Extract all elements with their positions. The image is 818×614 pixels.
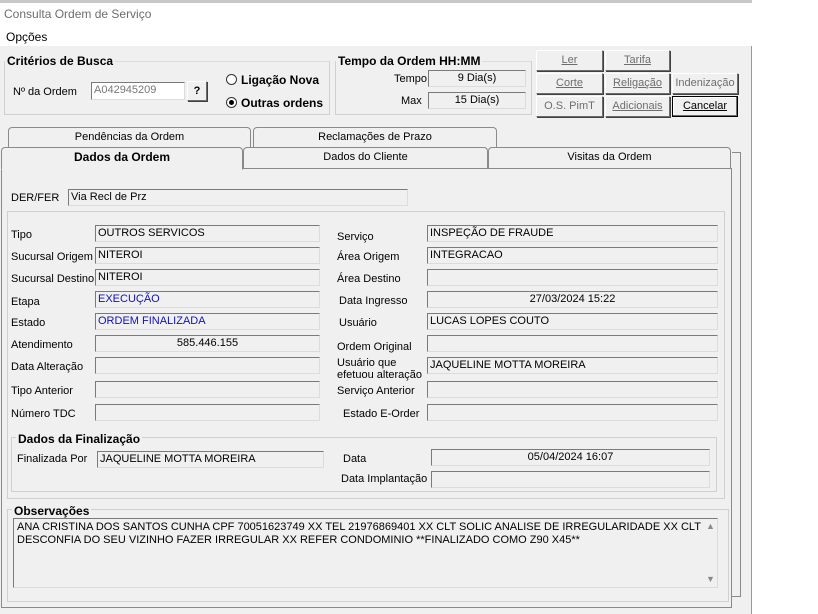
cancelar-button-label: Cancelar: [682, 100, 728, 112]
tempo-value: 9 Dia(s): [428, 70, 526, 87]
observacoes-scrollbar[interactable]: ▲ ▼: [703, 519, 717, 587]
etapa-label: Etapa: [11, 296, 40, 308]
menu-opcoes[interactable]: Opções: [6, 30, 47, 44]
scroll-up-icon[interactable]: ▲: [706, 520, 715, 533]
usuario-value: LUCAS LOPES COUTO: [427, 313, 718, 330]
sucursal-destino-label: Sucursal Destino: [11, 273, 95, 285]
sucursal-origem-value: NITEROI: [95, 247, 320, 264]
tab-pendencias[interactable]: Pendências da Ordem: [8, 127, 251, 148]
tipo-anterior-value: [95, 381, 320, 398]
area-origem-value: INTEGRACAO: [427, 247, 718, 264]
adicionais-button[interactable]: Adicionais: [605, 96, 670, 117]
numero-tdc-label: Número TDC: [11, 408, 76, 420]
tab-dados-ordem[interactable]: Dados da Ordem: [1, 147, 243, 170]
area-destino-value: [427, 269, 718, 286]
tab-dados-cliente[interactable]: Dados do Cliente: [243, 147, 488, 168]
tab-visitas[interactable]: Visitas da Ordem: [488, 147, 731, 168]
data-ingresso-value: 27/03/2024 15:22: [427, 291, 718, 308]
tab-reclamacoes[interactable]: Reclamações de Prazo: [253, 127, 497, 148]
search-criteria-title: Critérios de Busca: [5, 54, 116, 68]
radio-outras-ordens[interactable]: [226, 97, 237, 108]
order-number-label: Nº da Ordem: [13, 86, 77, 98]
max-label: Max: [401, 95, 422, 107]
indenizacao-button-label: Indenização: [675, 77, 735, 89]
window-title: Consulta Ordem de Serviço: [4, 7, 152, 21]
usuario-alteracao-value: JAQUELINE MOTTA MOREIRA: [427, 357, 718, 374]
ler-button[interactable]: Ler: [536, 50, 603, 71]
area-origem-label: Área Origem: [337, 251, 400, 263]
der-fer-value: Via Recl de Prz: [68, 189, 408, 206]
sucursal-origem-label: Sucursal Origem: [11, 251, 93, 263]
tipo-label: Tipo: [11, 229, 32, 241]
data-alteracao-label: Data Alteração: [11, 361, 84, 373]
corte-button[interactable]: Corte: [536, 73, 603, 94]
observacoes-line-1: ANA CRISTINA DOS SANTOS CUNHA CPF 700516…: [17, 521, 701, 533]
servico-value: INSPEÇÃO DE FRAUDE: [427, 225, 718, 242]
tab-panel-shadow: [732, 152, 741, 597]
tarifa-button-label: Tarifa: [624, 54, 651, 66]
sucursal-destino-value: NITEROI: [95, 269, 320, 286]
atendimento-label: Atendimento: [11, 339, 73, 351]
area-destino-label: Área Destino: [337, 273, 401, 285]
radio-ligacao-nova[interactable]: [226, 74, 237, 85]
max-value: 15 Dia(s): [428, 92, 526, 109]
tipo-anterior-label: Tipo Anterior: [11, 385, 73, 397]
usuario-label: Usuário: [339, 317, 377, 329]
observacoes-title: Observações: [12, 504, 92, 518]
religacao-button-label: Religação: [613, 77, 662, 89]
data-implantacao-label: Data Implantação: [341, 473, 428, 485]
estado-eorder-value: [427, 404, 718, 421]
scroll-down-icon[interactable]: ▼: [706, 573, 715, 586]
tipo-value: OUTROS SERVICOS: [95, 225, 320, 242]
corte-button-label: Corte: [556, 77, 583, 89]
os-pimt-button-label: O.S. PimT: [544, 100, 595, 112]
radio-ligacao-nova-label[interactable]: Ligação Nova: [241, 73, 319, 87]
order-time-title: Tempo da Ordem HH:MM: [336, 54, 483, 68]
tempo-label: Tempo: [394, 73, 428, 85]
data-ingresso-label: Data Ingresso: [339, 295, 408, 307]
ordem-original-value: [427, 335, 718, 352]
finalizada-por-label: Finalizada Por: [17, 453, 88, 465]
data-implantacao-value: [431, 471, 710, 488]
servico-label: Serviço: [337, 231, 374, 243]
help-button[interactable]: ?: [187, 81, 207, 101]
numero-tdc-value: [95, 404, 320, 421]
der-fer-label: DER/FER: [11, 192, 60, 204]
usuario-alteracao-label-2: efetuou alteração: [337, 369, 423, 381]
cancelar-button[interactable]: Cancelar: [672, 96, 738, 117]
observacoes-textarea[interactable]: ANA CRISTINA DOS SANTOS CUNHA CPF 700516…: [13, 518, 718, 588]
observacoes-line-2: DESCONFIA DO SEU VIZINHO FAZER IRREGULAR…: [17, 534, 580, 546]
religacao-button[interactable]: Religação: [605, 73, 670, 94]
usuario-alteracao-label-1: Usuário que: [337, 357, 397, 369]
ordem-original-label: Ordem Original: [337, 341, 412, 353]
finalizacao-data-label: Data: [343, 453, 367, 465]
top-strip: [0, 0, 752, 3]
order-number-input[interactable]: A042945209: [91, 82, 185, 100]
estado-label: Estado: [11, 317, 46, 329]
os-pimt-button[interactable]: O.S. PimT: [536, 96, 603, 117]
estado-value: ORDEM FINALIZADA: [95, 313, 320, 330]
ler-button-label: Ler: [561, 54, 578, 66]
title-bar: Consulta Ordem de Serviço: [0, 0, 752, 27]
servico-anterior-label: Serviço Anterior: [337, 385, 415, 397]
data-alteracao-value: [95, 357, 320, 374]
finalizacao-data-value: 05/04/2024 16:07: [431, 449, 710, 466]
atendimento-value: 585.446.155: [95, 335, 320, 352]
finalizacao-title: Dados da Finalização: [16, 432, 143, 446]
menu-bar: Opções: [0, 27, 752, 46]
estado-eorder-label: Estado E-Order: [343, 408, 420, 420]
servico-anterior-value: [427, 381, 718, 398]
finalizada-por-value: JAQUELINE MOTTA MOREIRA: [97, 451, 324, 468]
radio-outras-ordens-label[interactable]: Outras ordens: [241, 96, 323, 110]
indenizacao-button[interactable]: Indenização: [672, 73, 738, 94]
tarifa-button[interactable]: Tarifa: [605, 50, 670, 71]
etapa-value: EXECUÇÃO: [95, 291, 320, 308]
adicionais-button-label: Adicionais: [612, 100, 663, 112]
